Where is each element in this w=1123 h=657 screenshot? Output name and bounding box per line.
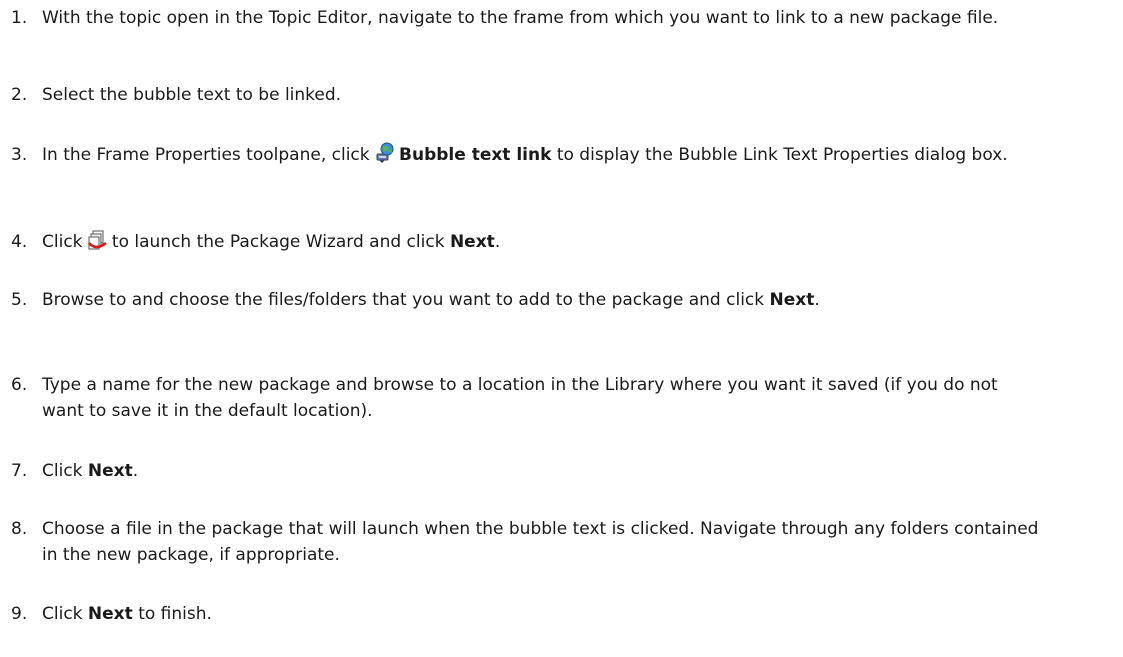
step-text-after: . <box>814 290 820 310</box>
step-number: 8. <box>11 519 28 539</box>
step-text: With the topic open in the Topic Editor,… <box>42 8 999 28</box>
step-number: 9. <box>11 604 28 624</box>
step-text-after: to display the Bubble Link Text Properti… <box>556 145 1008 165</box>
steps-list: 1. With the topic open in the Topic Edit… <box>0 0 1123 657</box>
step-number: 5. <box>11 290 28 310</box>
step-text: In the Frame Properties toolpane, click … <box>42 142 1042 168</box>
step-number: 6. <box>11 375 28 395</box>
step-text: Click to launch the Package Wizard and c… <box>42 229 1042 255</box>
step-text-before: Browse to and choose the files/folders t… <box>42 290 765 310</box>
step-bold: Next <box>449 232 495 252</box>
step-number: 1. <box>11 8 28 28</box>
step-bold: Next <box>87 604 133 624</box>
step-bold: Bubble text link <box>399 145 552 165</box>
step-number: 3. <box>11 145 28 165</box>
step-text-before: Click <box>42 461 83 481</box>
step-text: Click Next to finish. <box>42 601 1042 627</box>
step-number: 7. <box>11 461 28 481</box>
step-text: Click Next. <box>42 458 1042 484</box>
step-text-before: Click <box>42 604 83 624</box>
step-text-after: to finish. <box>138 604 212 624</box>
step-text: Choose a file in the package that will l… <box>42 519 1039 565</box>
step-text-after: . <box>132 461 139 481</box>
step-text: Type a name for the new package and brow… <box>42 375 998 421</box>
step-text-after: . <box>494 232 501 252</box>
bubble-text-link-icon[interactable] <box>375 142 395 164</box>
step-text-middle: to launch the Package Wizard and click <box>111 232 445 252</box>
step-number: 4. <box>11 232 28 252</box>
step-text: Select the bubble text to be linked. <box>42 85 342 105</box>
step-bold: Next <box>87 461 133 481</box>
step-text-before: Click <box>42 232 83 252</box>
step-text: Browse to and choose the files/folders t… <box>42 287 1042 313</box>
step-bold: Next <box>769 290 815 310</box>
package-wizard-icon[interactable] <box>87 229 108 251</box>
step-number: 2. <box>11 85 28 105</box>
step-text-before: In the Frame Properties toolpane, click <box>42 145 370 165</box>
